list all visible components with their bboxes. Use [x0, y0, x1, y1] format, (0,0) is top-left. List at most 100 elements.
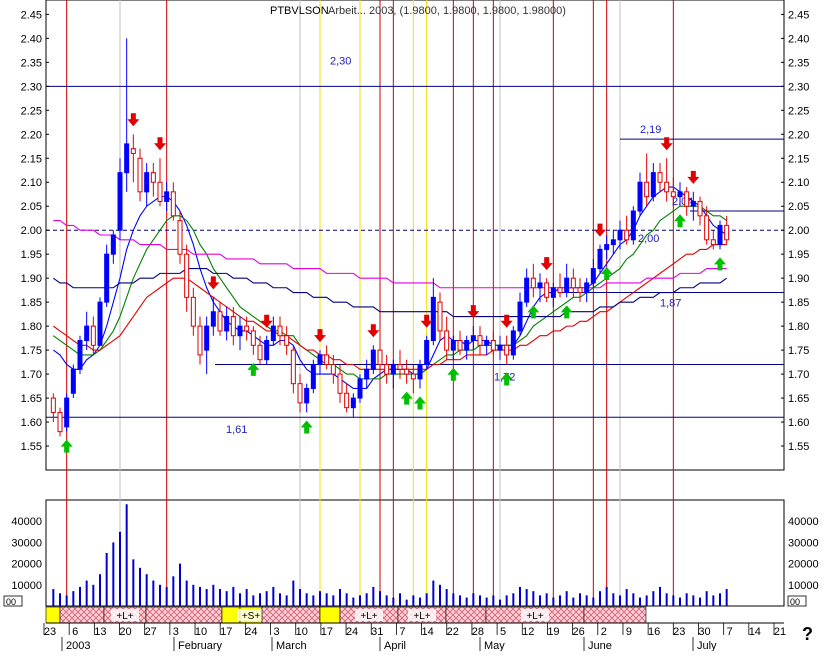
- candle-body: [657, 172, 663, 183]
- candle-body: [624, 229, 630, 241]
- day-label: 21: [774, 626, 786, 638]
- candle-body: [310, 363, 316, 389]
- day-label: 13: [94, 626, 106, 638]
- price-tick-right: 1.75: [788, 345, 809, 357]
- candle-body: [517, 301, 523, 332]
- timeline-label: +S+: [242, 611, 261, 622]
- day-label: 9: [626, 626, 632, 638]
- candle-body: [424, 340, 430, 365]
- price-tick-left: 1.80: [21, 321, 42, 333]
- level-label: 1,87: [660, 298, 681, 310]
- candle-body: [57, 411, 63, 433]
- candle-body: [364, 368, 370, 380]
- candle-body: [537, 282, 543, 289]
- day-label: 12: [522, 626, 534, 638]
- candle-body: [117, 172, 123, 231]
- day-label: 3: [173, 626, 179, 638]
- candle-body: [444, 330, 450, 351]
- price-tick-right: 1.95: [788, 249, 809, 261]
- chart-svg: 2,302,192,002,041,871,721,612.452.452.40…: [3, 0, 819, 652]
- day-label: 30: [698, 626, 710, 638]
- price-tick-right: 2.35: [788, 57, 809, 69]
- candle-body: [110, 234, 116, 255]
- candle-body: [277, 325, 283, 337]
- price-tick-right: 1.65: [788, 393, 809, 405]
- candle-body: [70, 368, 76, 394]
- candle-body: [184, 253, 190, 298]
- candle-body: [257, 344, 263, 361]
- price-tick-right: 1.80: [788, 321, 809, 333]
- price-tick-right: 1.85: [788, 297, 809, 309]
- candle-body: [150, 172, 156, 183]
- candle-body: [250, 330, 256, 346]
- candle-body: [164, 191, 170, 202]
- price-tick-right: 2.15: [788, 153, 809, 165]
- price-tick-right: 1.70: [788, 369, 809, 381]
- candle-body: [404, 368, 410, 375]
- candle-body: [90, 325, 96, 346]
- day-label: 26: [572, 626, 584, 638]
- price-tick-left: 1.70: [21, 369, 42, 381]
- day-label: 2: [601, 626, 607, 638]
- level-label: 1,61: [226, 424, 247, 436]
- help-mark[interactable]: ?: [802, 624, 813, 645]
- day-label: 17: [220, 626, 232, 638]
- candle-body: [237, 325, 243, 337]
- timeline-label: +L+: [413, 611, 430, 622]
- candle-body: [530, 277, 536, 289]
- price-tick-right: 2.10: [788, 177, 809, 189]
- candle-body: [510, 330, 516, 356]
- stock-chart[interactable]: 2,302,192,002,041,871,721,612.452.452.40…: [0, 0, 831, 652]
- candle-body: [137, 157, 143, 193]
- timeline-segment: [319, 606, 341, 624]
- price-tick-right: 2.20: [788, 129, 809, 141]
- price-tick-left: 2.25: [21, 105, 42, 117]
- price-tick-left: 2.20: [21, 129, 42, 141]
- month-label: February: [178, 640, 223, 651]
- price-tick-right: 2.45: [788, 9, 809, 21]
- price-tick-right: 1.90: [788, 273, 809, 285]
- candle-body: [397, 363, 403, 370]
- price-tick-left: 2.00: [21, 225, 42, 237]
- candle-body: [490, 340, 496, 351]
- timeline-label: +L+: [360, 611, 377, 622]
- candle-body: [304, 387, 310, 404]
- price-tick-left: 2.05: [21, 201, 42, 213]
- timeline-segment: [145, 606, 223, 624]
- price-tick-left: 1.55: [21, 441, 42, 453]
- price-tick-left: 1.65: [21, 393, 42, 405]
- candle-body: [637, 181, 643, 212]
- candle-body: [224, 316, 230, 332]
- price-tick-right: 2.30: [788, 81, 809, 93]
- candle-body: [290, 349, 296, 385]
- candle-body: [464, 340, 470, 351]
- price-tick-left: 1.75: [21, 345, 42, 357]
- candle-body: [650, 172, 656, 198]
- candle-body: [704, 215, 710, 241]
- day-label: 22: [447, 626, 459, 638]
- candle-body: [97, 301, 103, 346]
- candle-body: [177, 220, 183, 255]
- candle-body: [384, 363, 390, 375]
- candle-body: [330, 363, 336, 375]
- candle-body: [564, 277, 570, 294]
- candle-body: [684, 191, 690, 207]
- day-label: 17: [321, 626, 333, 638]
- month-label: June: [588, 640, 612, 651]
- candle-body: [324, 354, 330, 365]
- candle-body: [370, 349, 376, 370]
- price-tick-left: 2.10: [21, 177, 42, 189]
- candle-body: [204, 325, 210, 351]
- candle-body: [284, 335, 290, 346]
- candle-body: [190, 296, 196, 327]
- candle-body: [350, 397, 356, 409]
- volume-tick-left: 20000: [11, 559, 42, 571]
- candle-body: [477, 335, 483, 346]
- price-tick-right: 2.25: [788, 105, 809, 117]
- level-label: 2,19: [640, 124, 661, 136]
- candle-body: [610, 239, 616, 246]
- month-label: April: [384, 640, 406, 651]
- candle-body: [484, 340, 490, 346]
- day-label: 7: [727, 626, 733, 638]
- candle-body: [677, 191, 683, 198]
